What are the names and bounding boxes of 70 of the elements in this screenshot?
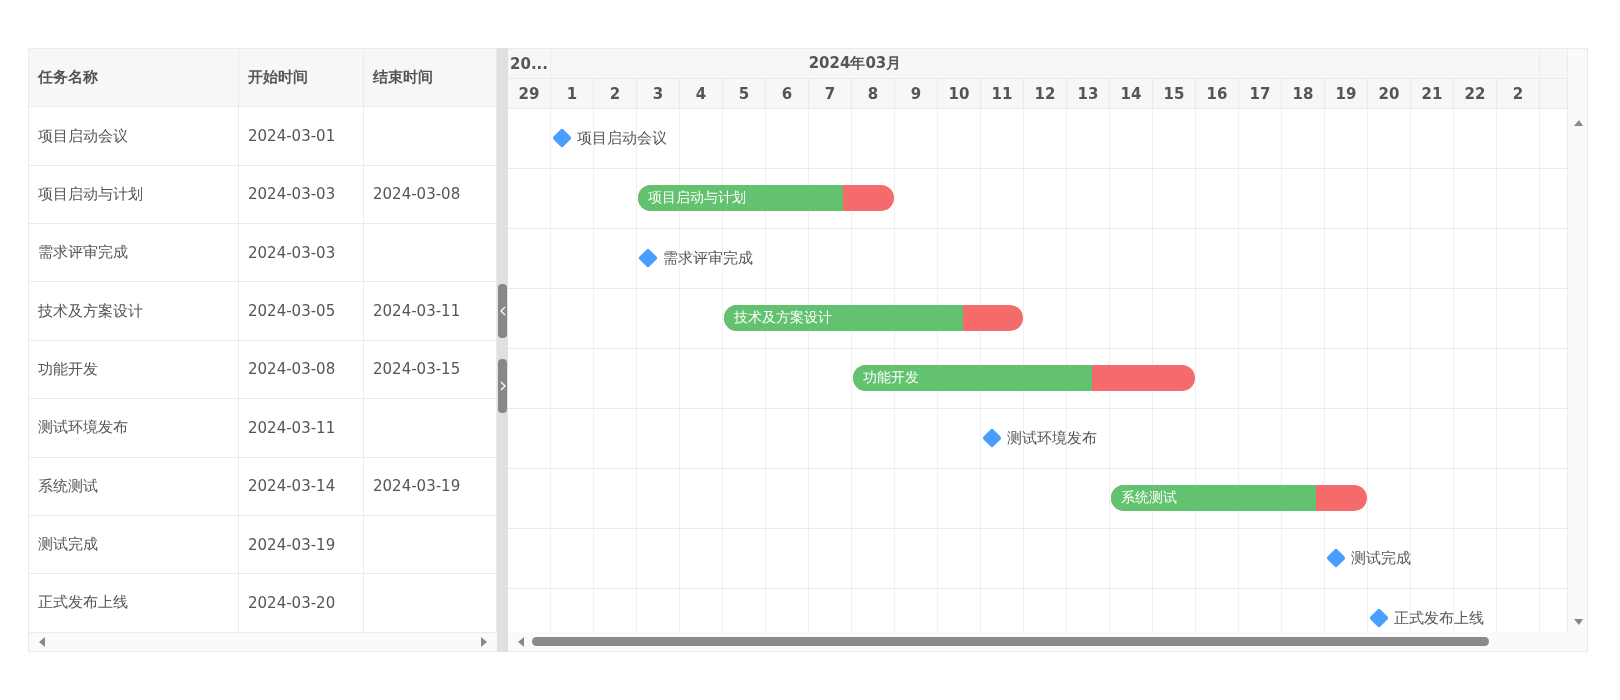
day-header: 22 — [1454, 79, 1497, 108]
day-header: 8 — [852, 79, 895, 108]
day-header: 10 — [938, 79, 981, 108]
task-name-cell: 技术及方案设计 — [29, 282, 239, 340]
day-header: 6 — [766, 79, 809, 108]
start-date-cell: 2024-03-08 — [239, 340, 364, 399]
start-date-cell: 2024-03-05 — [239, 282, 364, 340]
day-header: 2 — [1497, 79, 1540, 108]
day-header: 17 — [1239, 79, 1282, 108]
start-date-cell: 2024-03-01 — [239, 107, 364, 165]
expand-handle[interactable] — [498, 359, 507, 413]
start-date-cell: 2024-03-20 — [239, 574, 364, 632]
task-bar[interactable]: 项目启动与计划 — [638, 185, 894, 211]
chevron-left-icon — [499, 306, 506, 316]
column-header: 任务名称 — [29, 49, 239, 107]
task-name-cell: 项目启动与计划 — [29, 165, 239, 224]
day-header: 18 — [1282, 79, 1325, 108]
day-header: 1 — [551, 79, 594, 108]
milestone-label: 项目启动会议 — [577, 128, 667, 148]
day-header: 9 — [895, 79, 938, 108]
milestone-label: 正式发布上线 — [1394, 608, 1484, 628]
task-bar[interactable]: 技术及方案设计 — [724, 305, 1023, 331]
day-header: 2 — [594, 79, 637, 108]
day-header: 5 — [723, 79, 766, 108]
start-date-cell: 2024-03-03 — [239, 165, 364, 224]
task-bar-label: 项目启动与计划 — [647, 189, 746, 207]
task-name-cell: 测试完成 — [29, 515, 239, 574]
splitter[interactable] — [497, 48, 508, 652]
day-header: 29 — [508, 79, 551, 108]
start-date-cell: 2024-03-19 — [239, 515, 364, 574]
milestone-label: 需求评审完成 — [663, 248, 753, 268]
task-bar-label: 技术及方案设计 — [733, 309, 832, 327]
milestone-label: 测试环境发布 — [1007, 428, 1097, 448]
day-header: 21 — [1411, 79, 1454, 108]
task-bar-label: 功能开发 — [862, 369, 919, 387]
day-header: 3 — [637, 79, 680, 108]
scroll-right-icon[interactable] — [479, 635, 489, 648]
task-name-cell: 正式发布上线 — [29, 574, 239, 632]
task-bar-label: 系统测试 — [1120, 489, 1177, 507]
day-header: 11 — [981, 79, 1024, 108]
scroll-left-icon[interactable] — [516, 635, 526, 648]
day-header: 16 — [1196, 79, 1239, 108]
month-header: 20... — [510, 54, 548, 73]
day-header: 4 — [680, 79, 723, 108]
task-name-cell: 测试环境发布 — [29, 399, 239, 457]
month-header: 2024年03月 — [808, 54, 902, 73]
task-name-cell: 系统测试 — [29, 457, 239, 515]
start-date-cell: 2024-03-14 — [239, 457, 364, 515]
horizontal-scrollbar[interactable] — [508, 632, 1587, 651]
scroll-thumb[interactable] — [532, 637, 1489, 646]
task-bar[interactable]: 功能开发 — [853, 365, 1195, 391]
task-name-cell: 功能开发 — [29, 340, 239, 399]
day-header: 13 — [1067, 79, 1110, 108]
collapse-handle[interactable] — [498, 284, 507, 338]
chevron-right-icon — [499, 381, 506, 391]
day-header: 19 — [1325, 79, 1368, 108]
vertical-scrollbar[interactable] — [1567, 49, 1587, 632]
day-header: 12 — [1024, 79, 1067, 108]
task-bar[interactable]: 系统测试 — [1111, 485, 1367, 511]
day-header: 15 — [1153, 79, 1196, 108]
column-header: 开始时间 — [239, 49, 364, 107]
scroll-left-icon[interactable] — [37, 635, 47, 648]
start-date-cell: 2024-03-03 — [239, 224, 364, 282]
day-header: 14 — [1110, 79, 1153, 108]
start-date-cell: 2024-03-11 — [239, 399, 364, 457]
day-header: 20 — [1368, 79, 1411, 108]
milestone-label: 测试完成 — [1351, 548, 1411, 568]
task-name-cell: 项目启动会议 — [29, 107, 239, 165]
task-name-cell: 需求评审完成 — [29, 224, 239, 282]
day-header: 7 — [809, 79, 852, 108]
